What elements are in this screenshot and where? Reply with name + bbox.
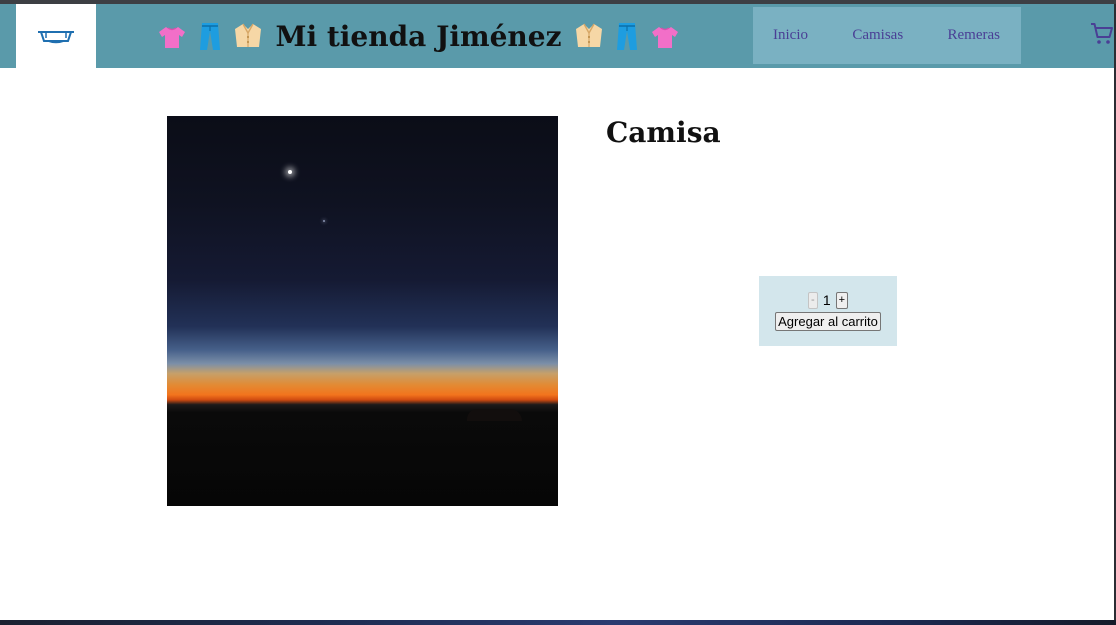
jeans-emoji-icon [617, 23, 638, 50]
product-title: Camisa [606, 116, 721, 149]
decrement-button[interactable]: - [807, 291, 818, 309]
title-row: Mi tienda Jiménez [156, 4, 681, 68]
bright-star [288, 170, 292, 174]
coat-emoji-icon [234, 23, 261, 47]
increment-button[interactable]: + [835, 291, 849, 309]
tshirt-emoji-icon [651, 27, 678, 48]
logo-link[interactable] [16, 4, 96, 68]
tshirt-emoji-icon [159, 27, 185, 48]
horizon-mound [467, 409, 522, 421]
main-nav: Inicio Camisas Remeras [753, 7, 1021, 64]
product-image [167, 116, 558, 506]
nav-link-camisas[interactable]: Camisas [852, 27, 903, 44]
jeans-emoji-icon [199, 23, 220, 50]
add-to-cart-panel: - 1 + Agregar al carrito [759, 276, 897, 346]
add-to-cart-button[interactable]: Agregar al carrito [775, 311, 881, 331]
boat-logo-icon [38, 31, 74, 44]
quantity-stepper: - 1 + [807, 291, 849, 309]
coat-emoji-icon [576, 23, 603, 47]
quantity-value: 1 [822, 292, 831, 308]
window-bottom-edge [0, 620, 1116, 625]
shopping-cart-icon[interactable] [1090, 22, 1114, 46]
nav-link-inicio[interactable]: Inicio [773, 27, 808, 44]
faint-star [323, 220, 325, 222]
site-title: Mi tienda Jiménez [275, 19, 562, 53]
site-header: Mi tienda Jiménez Inicio Camisas Remeras [0, 4, 1114, 68]
nav-link-remeras[interactable]: Remeras [948, 27, 1000, 44]
